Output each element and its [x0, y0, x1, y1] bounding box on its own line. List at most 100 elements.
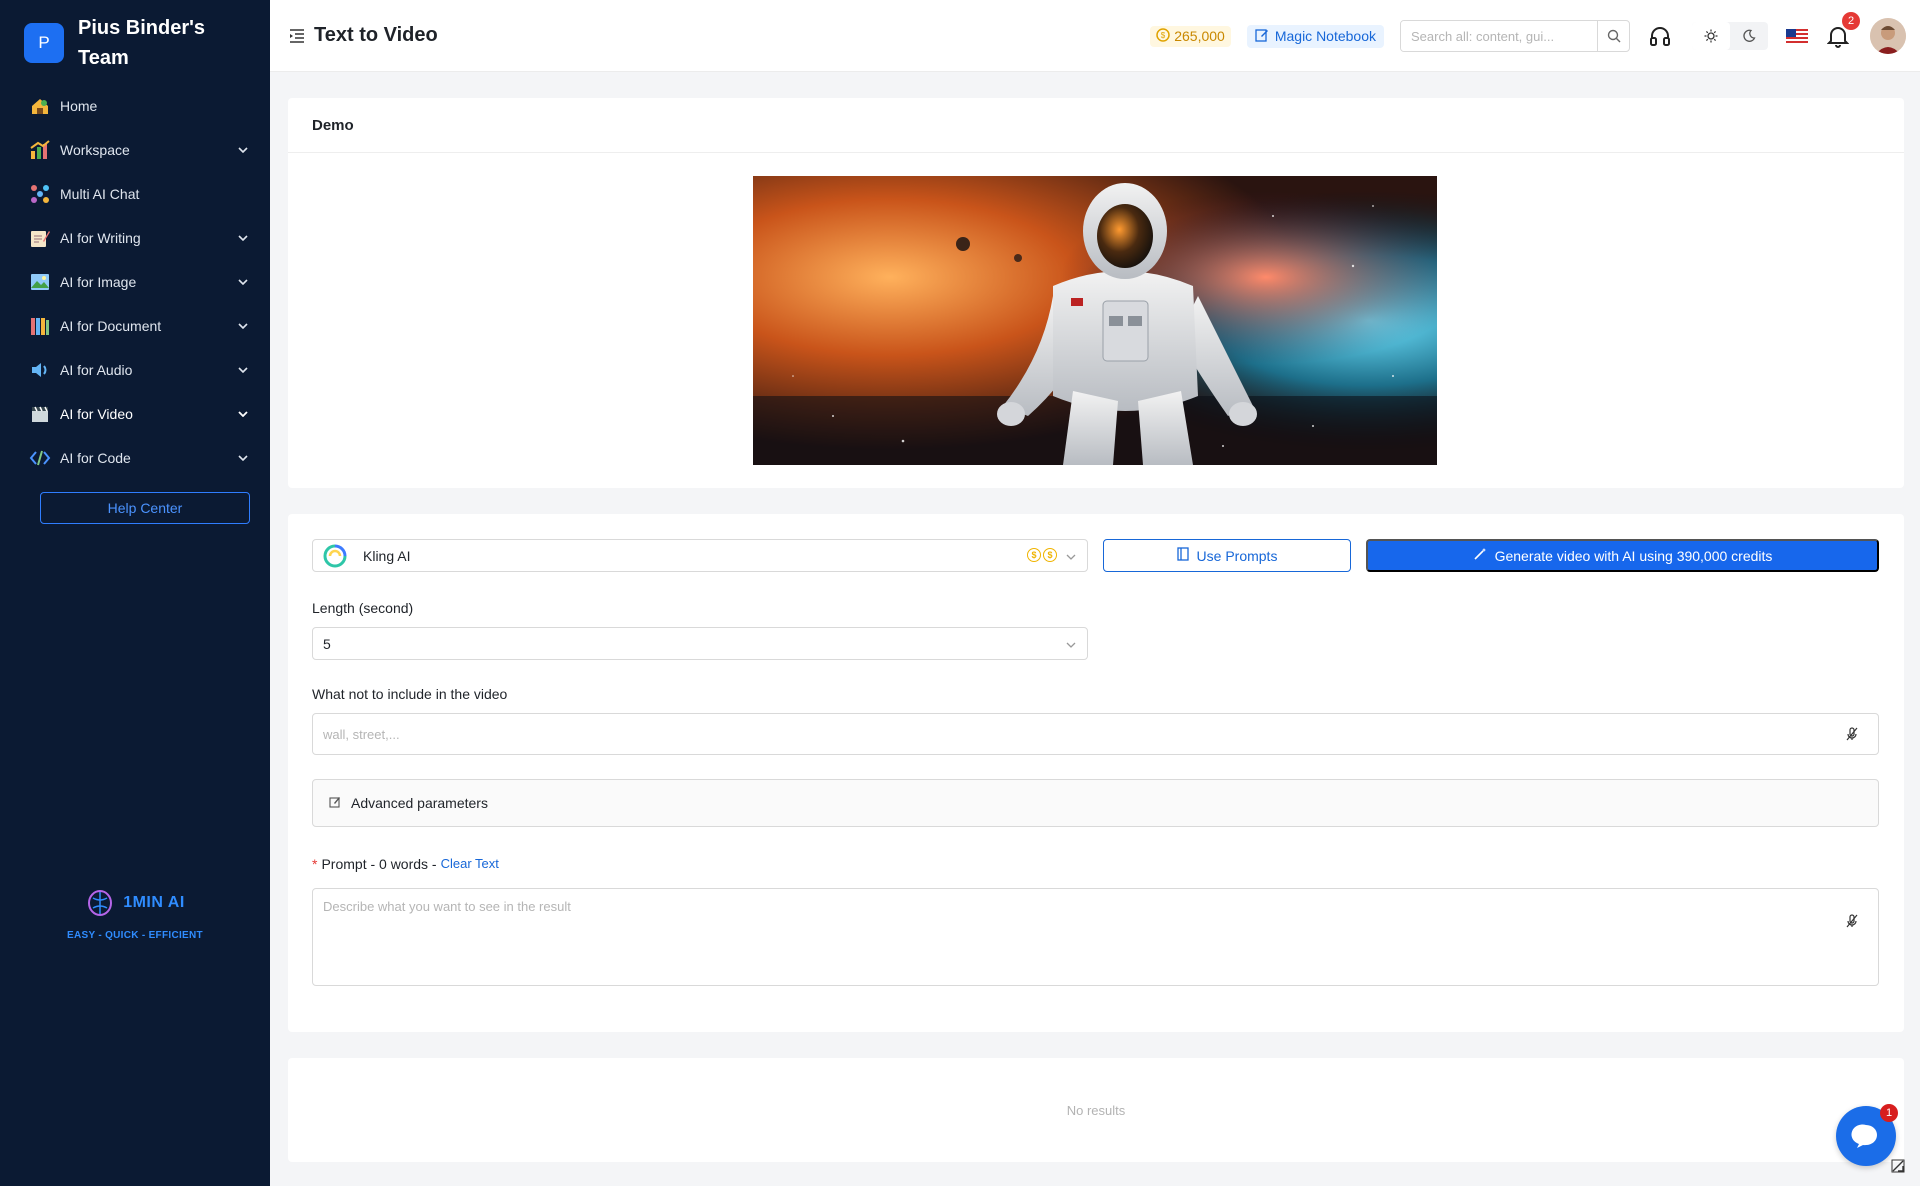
length-select[interactable]: 5 [312, 627, 1088, 660]
sidebar-item-ai-for-image[interactable]: AI for Image [0, 260, 270, 304]
length-label: Length (second) [312, 600, 414, 616]
use-prompts-button[interactable]: Use Prompts [1103, 539, 1351, 572]
team-header[interactable]: P Pius Binder's Team [0, 0, 270, 72]
length-value: 5 [323, 635, 331, 652]
global-search [1400, 20, 1630, 52]
chevron-down-icon [236, 143, 250, 157]
expand-icon[interactable] [1890, 1158, 1906, 1174]
search-input[interactable] [1401, 21, 1597, 51]
generation-form: Kling AI $ $ Use Prompts Generate video … [288, 514, 1904, 1032]
negative-prompt-placeholder: wall, street,... [323, 726, 400, 742]
sidebar-item-label: AI for Video [60, 406, 133, 422]
demo-card: Demo [288, 98, 1904, 488]
sidebar-item-ai-for-video[interactable]: AI for Video [0, 392, 270, 436]
sidebar-item-home[interactable]: Home [0, 84, 270, 128]
chevron-down-icon [236, 231, 250, 245]
prompt-textarea[interactable]: Describe what you want to see in the res… [312, 888, 1879, 986]
moon-icon[interactable] [1730, 22, 1768, 50]
multi-chat-icon [28, 182, 52, 206]
sun-icon[interactable] [1692, 22, 1730, 50]
sidebar-item-label: AI for Writing [60, 230, 141, 246]
demo-video-thumbnail[interactable] [753, 176, 1437, 465]
sidebar-item-ai-for-code[interactable]: AI for Code [0, 436, 270, 480]
sidebar-item-label: Multi AI Chat [60, 186, 140, 202]
demo-title: Demo [288, 98, 1904, 153]
brain-icon [88, 890, 113, 916]
credits-badge[interactable]: $ 265,000 [1150, 25, 1231, 47]
chevron-down-icon [236, 319, 250, 333]
clear-text-link[interactable]: Clear Text [441, 856, 499, 872]
cost-indicator: $ $ [1027, 548, 1057, 562]
brand-logo: 1MIN AI EASY - QUICK - EFFICIENT [0, 888, 270, 941]
help-center-button[interactable]: Help Center [40, 492, 250, 524]
model-name: Kling AI [363, 547, 411, 564]
code-icon [28, 446, 52, 470]
negative-prompt-input[interactable]: wall, street,... [312, 713, 1879, 755]
sidebar-item-ai-for-audio[interactable]: AI for Audio [0, 348, 270, 392]
search-icon[interactable] [1597, 21, 1629, 51]
chevron-down-icon [1065, 550, 1077, 562]
mic-off-icon[interactable] [1844, 913, 1860, 929]
user-avatar[interactable] [1870, 18, 1906, 54]
prompt-label: Prompt - 0 words - [321, 856, 437, 872]
coin-icon: $ [1043, 548, 1057, 562]
page-title: Text to Video [314, 24, 438, 46]
chevron-down-icon [236, 275, 250, 289]
home-icon [28, 94, 52, 118]
coin-icon: $ [1027, 548, 1041, 562]
coin-icon: $ [1156, 27, 1170, 45]
sidebar: P Pius Binder's Team Home Workspace Mult… [0, 0, 270, 1186]
magic-wand-icon [1473, 547, 1487, 564]
support-chat-button[interactable]: 1 [1836, 1104, 1898, 1166]
sidebar-item-workspace[interactable]: Workspace [0, 128, 270, 172]
chat-badge: 1 [1880, 1104, 1898, 1122]
sidebar-item-label: AI for Code [60, 450, 131, 466]
menu-toggle-icon[interactable] [288, 27, 306, 45]
sidebar-item-ai-for-document[interactable]: AI for Document [0, 304, 270, 348]
chat-icon [1851, 1124, 1877, 1148]
brand-tagline: EASY - QUICK - EFFICIENT [67, 930, 203, 941]
top-header: Text to Video $ 265,000 Magic Notebook 2 [270, 0, 1920, 72]
document-icon [28, 314, 52, 338]
negative-prompt-label: What not to include in the video [312, 686, 508, 702]
image-icon [28, 270, 52, 294]
sidebar-nav: Home Workspace Multi AI Chat AI for Writ… [0, 84, 270, 480]
writing-icon [28, 226, 52, 250]
edit-icon [329, 795, 341, 811]
magic-notebook-button[interactable]: Magic Notebook [1246, 24, 1384, 48]
us-flag-icon[interactable] [1786, 28, 1808, 44]
sidebar-item-label: AI for Audio [60, 362, 133, 378]
generate-video-button[interactable]: Generate video with AI using 390,000 cre… [1366, 539, 1879, 572]
sidebar-item-label: AI for Document [60, 318, 162, 334]
notification-bell[interactable]: 2 [1824, 12, 1860, 50]
advanced-parameters-toggle[interactable]: Advanced parameters [312, 779, 1879, 827]
astronaut-image [753, 176, 1437, 465]
chevron-down-icon [236, 363, 250, 377]
sidebar-item-label: AI for Image [60, 274, 137, 290]
model-select[interactable]: Kling AI $ $ [312, 539, 1088, 572]
notification-count-badge: 2 [1842, 12, 1860, 30]
generate-label: Generate video with AI using 390,000 cre… [1494, 547, 1773, 564]
magic-notebook-label: Magic Notebook [1274, 28, 1376, 44]
headphones-icon[interactable] [1646, 22, 1674, 50]
edit-icon [1255, 28, 1269, 45]
team-avatar: P [24, 23, 64, 63]
brand-name: 1MIN AI [123, 894, 185, 911]
mic-off-icon[interactable] [1844, 726, 1860, 742]
theme-toggle [1692, 22, 1768, 50]
chevron-down-icon [236, 407, 250, 421]
advanced-parameters-label: Advanced parameters [351, 795, 488, 811]
team-name: Pius Binder's Team [78, 17, 206, 69]
credits-value: 265,000 [1174, 28, 1225, 44]
use-prompts-label: Use Prompts [1196, 547, 1278, 564]
sidebar-item-label: Home [60, 98, 98, 114]
sidebar-item-ai-for-writing[interactable]: AI for Writing [0, 216, 270, 260]
audio-icon [28, 358, 52, 382]
svg-text:$: $ [1161, 31, 1166, 40]
chevron-down-icon [236, 451, 250, 465]
chevron-down-icon [1065, 638, 1077, 650]
results-panel: No results [288, 1058, 1904, 1162]
sidebar-item-label: Workspace [60, 142, 130, 158]
sidebar-item-multi-ai-chat[interactable]: Multi AI Chat [0, 172, 270, 216]
workspace-icon [28, 138, 52, 162]
